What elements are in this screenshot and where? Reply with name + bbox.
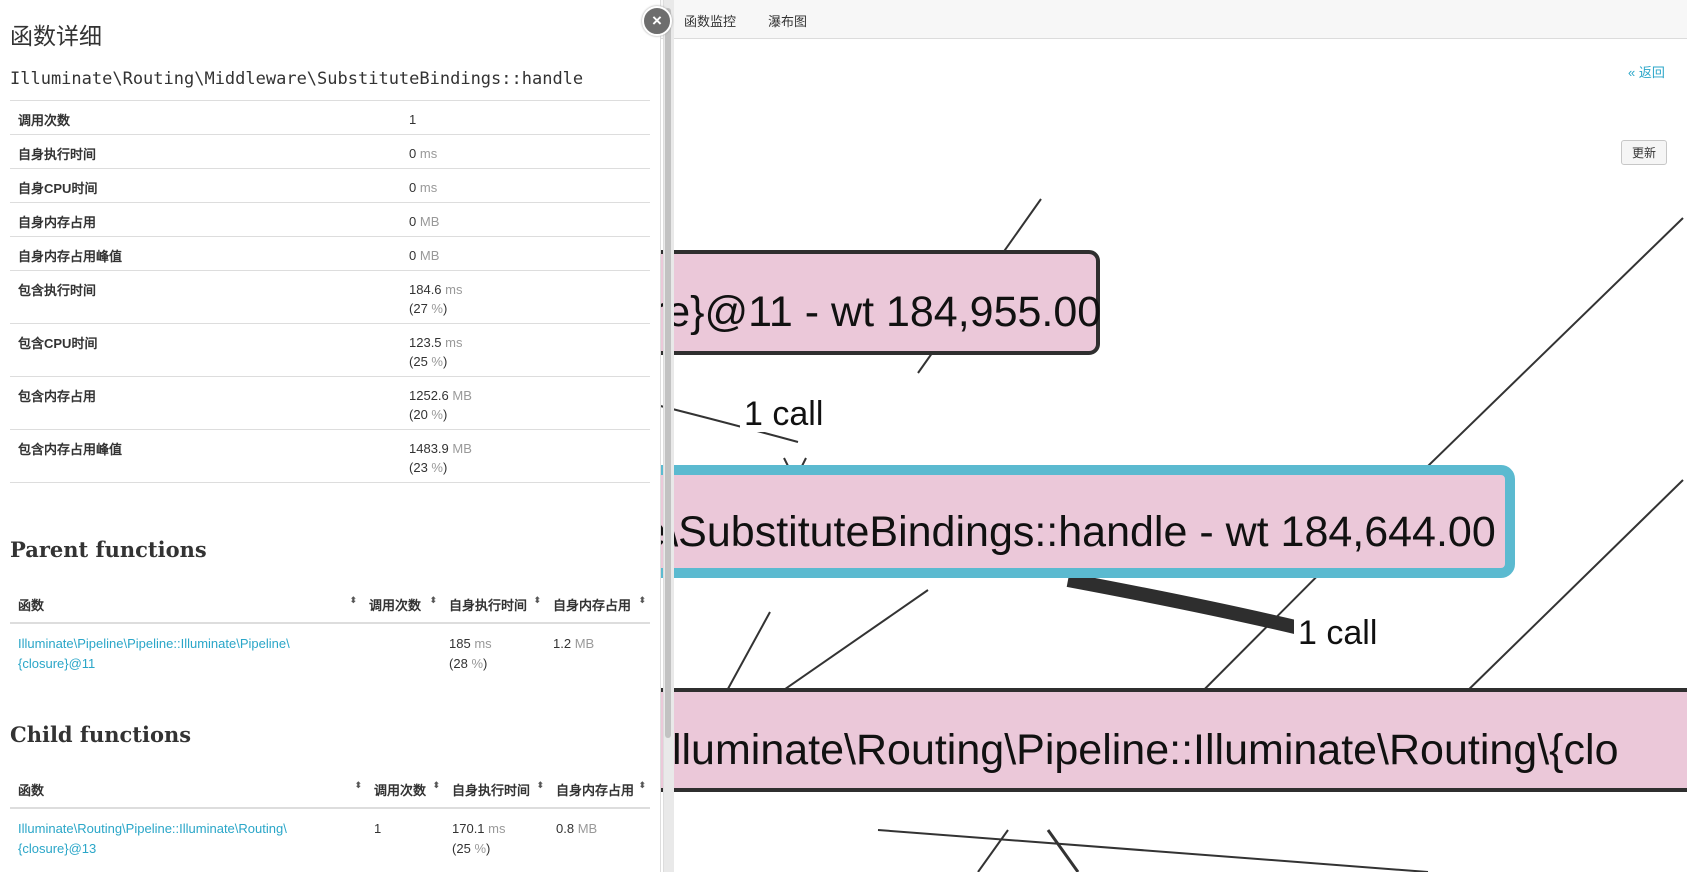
stats-row: 自身内存占用峰值 0 MB <box>10 236 650 271</box>
function-link[interactable]: Illuminate\Routing\Pipeline::Illuminate\… <box>18 821 287 856</box>
self-memory-cell: 1.2 MB <box>553 636 595 651</box>
graph-edge <box>977 829 1009 872</box>
function-link[interactable]: Illuminate\Pipeline\Pipeline::Illuminate… <box>18 636 290 671</box>
stat-label: 包含执行时间 <box>10 270 401 324</box>
sort-icon[interactable]: ⬍ <box>429 590 437 610</box>
stat-label: 自身执行时间 <box>10 134 401 169</box>
self-memory-cell: 0.8 MB <box>556 821 598 836</box>
graph-node-label: ure}@11 - wt 184,955.00 <box>628 288 1101 336</box>
nav-waterfall[interactable]: 瀑布图 <box>768 11 807 30</box>
col-function[interactable]: 函数 ⬍ <box>10 590 361 624</box>
graph-edge <box>1046 829 1080 872</box>
sort-icon[interactable]: ⬍ <box>638 590 646 610</box>
stat-label: 自身CPU时间 <box>10 168 401 203</box>
call-graph[interactable]: ure}@11 - wt 184,955.00 re\SubstituteBin… <box>628 40 1687 872</box>
panel-title: 函数详细 <box>10 23 102 49</box>
stats-row: 包含内存占用峰值 1483.9 MB (23 %) <box>10 429 650 483</box>
stat-value: 184.6 ms (27 %) <box>401 270 650 324</box>
graph-node-label: Illuminate\Routing\Pipeline::Illuminate\… <box>660 726 1619 774</box>
stat-value: 123.5 ms (25 %) <box>401 323 650 377</box>
stat-value: 0 ms <box>401 134 650 169</box>
table-row: Illuminate\Pipeline\Pipeline::Illuminate… <box>10 623 650 684</box>
top-nav-bar: 函数监控 瀑布图 <box>628 0 1687 39</box>
stats-row: 包含内存占用 1252.6 MB (20 %) <box>10 376 650 430</box>
sort-icon[interactable]: ⬍ <box>349 590 357 610</box>
col-self-time[interactable]: 自身执行时间 ⬍ <box>441 590 545 624</box>
stat-value: 0 MB <box>401 236 650 271</box>
stats-row: 自身内存占用 0 MB <box>10 202 650 237</box>
function-stats-table: 调用次数 1 自身执行时间 0 ms 自身CPU时间 0 ms 自身内存占用 0 MB 自身内存… <box>10 100 650 484</box>
stat-value: 1483.9 MB (23 %) <box>401 429 650 483</box>
sort-icon[interactable]: ⬍ <box>432 775 440 795</box>
stat-label: 自身内存占用 <box>10 202 401 237</box>
col-calls[interactable]: 调用次数 ⬍ <box>366 775 444 809</box>
stats-row: 包含CPU时间 123.5 ms (25 %) <box>10 323 650 377</box>
sort-icon[interactable]: ⬍ <box>533 590 541 610</box>
col-self-time[interactable]: 自身执行时间 ⬍ <box>444 775 548 809</box>
close-panel-button[interactable]: × <box>642 6 672 36</box>
graph-edge-label: 1 call <box>744 395 823 433</box>
child-functions-table: 函数 ⬍ 调用次数 ⬍ 自身执行时间 ⬍ 自身内存占用 ⬍ Illuminate\Rou… <box>10 775 650 869</box>
col-function[interactable]: 函数 ⬍ <box>10 775 366 809</box>
sort-icon[interactable]: ⬍ <box>638 775 646 795</box>
graph-node-label: re\SubstituteBindings::handle - wt 184,6… <box>628 508 1496 556</box>
parent-functions-table: 函数 ⬍ 调用次数 ⬍ 自身执行时间 ⬍ 自身内存占用 ⬍ Illuminate\Pip… <box>10 590 650 684</box>
table-row: Illuminate\Routing\Pipeline::Illuminate\… <box>10 808 650 869</box>
graph-edge-heavy <box>1066 573 1330 642</box>
parent-functions-heading: Parent functions <box>10 537 207 562</box>
panel-scrollbar-thumb[interactable] <box>665 8 671 738</box>
stat-value: 0 ms <box>401 168 650 203</box>
stat-label: 包含内存占用峰值 <box>10 429 401 483</box>
function-detail-panel: 函数详细 Illuminate\Routing\Middleware\Subst… <box>0 0 661 872</box>
col-calls[interactable]: 调用次数 ⬍ <box>361 590 441 624</box>
stat-label: 包含CPU时间 <box>10 323 401 377</box>
call-graph-canvas: ure}@11 - wt 184,955.00 re\SubstituteBin… <box>628 198 1687 872</box>
stat-value: 1 <box>401 100 650 135</box>
nav-function-monitor[interactable]: 函数监控 <box>684 11 736 30</box>
calls-cell: 1 <box>374 821 382 836</box>
graph-edge-label: 1 call <box>1298 614 1377 652</box>
graph-edge <box>877 829 1429 872</box>
stat-label: 自身内存占用峰值 <box>10 236 401 271</box>
function-name: Illuminate\Routing\Middleware\Substitute… <box>10 69 584 89</box>
child-functions-heading: Child functions <box>10 722 192 747</box>
stats-row: 自身CPU时间 0 ms <box>10 168 650 203</box>
col-self-memory[interactable]: 自身内存占用 ⬍ <box>548 775 650 809</box>
sort-icon[interactable]: ⬍ <box>536 775 544 795</box>
stat-value: 0 MB <box>401 202 650 237</box>
calls-cell <box>361 623 441 684</box>
col-self-memory[interactable]: 自身内存占用 ⬍ <box>545 590 650 624</box>
graph-edge <box>1392 217 1684 501</box>
sort-icon[interactable]: ⬍ <box>354 775 362 795</box>
self-time-cell: 170.1 ms (25 %) <box>452 821 506 856</box>
stat-value: 1252.6 MB (20 %) <box>401 376 650 430</box>
stats-row: 调用次数 1 <box>10 100 650 135</box>
self-time-cell: 185 ms (28 %) <box>449 636 492 671</box>
stats-row: 自身执行时间 0 ms <box>10 134 650 169</box>
stats-row: 包含执行时间 184.6 ms (27 %) <box>10 270 650 324</box>
stat-label: 包含内存占用 <box>10 376 401 430</box>
stat-label: 调用次数 <box>10 100 401 135</box>
